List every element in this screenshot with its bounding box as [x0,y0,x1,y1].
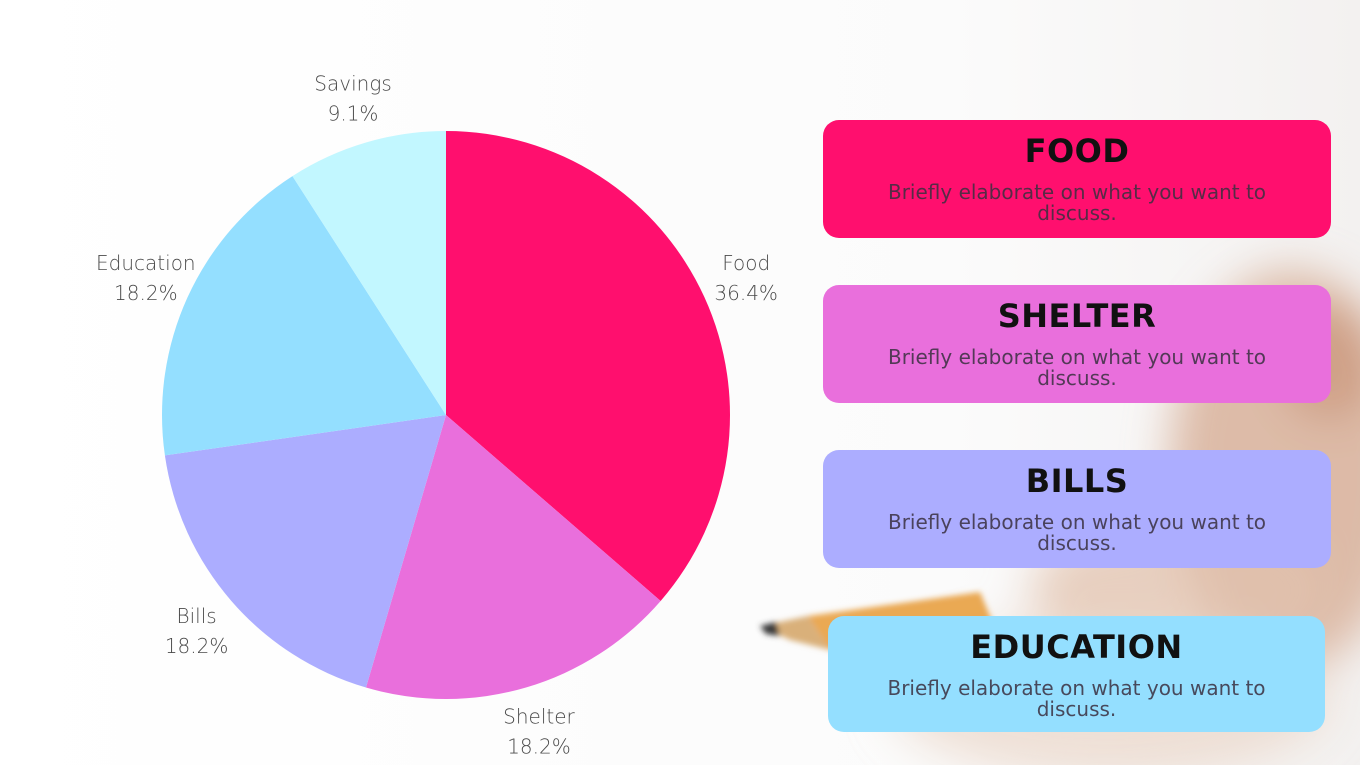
pie-label-savings: Savings [314,71,391,95]
pie-value-food: 36.4% [714,281,778,305]
pie-value-education: 18.2% [114,281,178,305]
card-bills-description: Briefly elaborate on what you want to di… [887,510,1267,555]
pie-label-food: Food [722,251,770,275]
card-shelter-description: Briefly elaborate on what you want to di… [887,345,1267,390]
card-education: EDUCATION Briefly elaborate on what you … [828,616,1325,732]
pie-label-shelter: Shelter [503,705,575,729]
pie-label-bills: Bills [177,604,217,628]
pie-value-bills: 18.2% [165,634,229,658]
card-food: FOOD Briefly elaborate on what you want … [823,120,1331,238]
card-shelter-title: SHELTER [997,297,1157,335]
card-bills: BILLS Briefly elaborate on what you want… [823,450,1331,568]
pie-label-education: Education [96,251,196,275]
pie-value-shelter: 18.2% [507,735,571,759]
card-education-description: Briefly elaborate on what you want to di… [887,676,1266,721]
card-food-description: Briefly elaborate on what you want to di… [887,180,1267,225]
pie-value-savings: 9.1% [328,101,379,125]
card-education-title: EDUCATION [970,628,1183,666]
card-food-title: FOOD [1024,132,1130,170]
pie-slices [162,131,731,700]
card-shelter: SHELTER Briefly elaborate on what you wa… [823,285,1331,403]
card-bills-title: BILLS [1025,462,1129,500]
